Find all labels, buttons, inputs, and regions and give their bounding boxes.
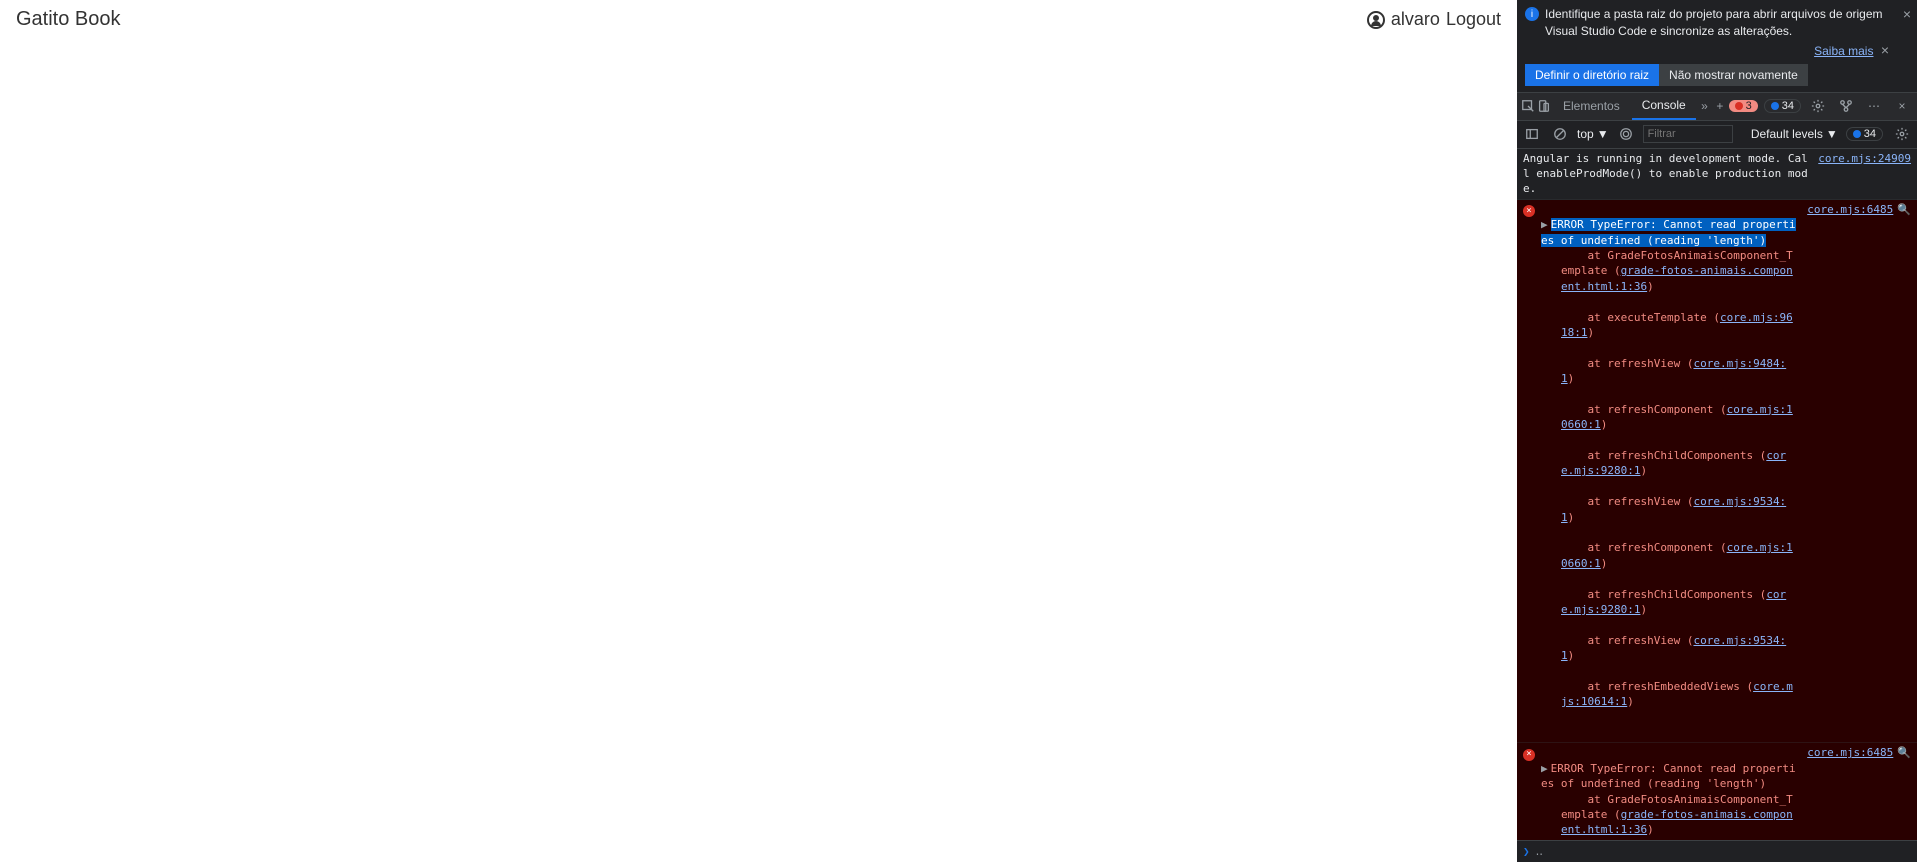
user-icon xyxy=(1367,11,1385,29)
errors-badge[interactable]: 3 xyxy=(1729,100,1758,112)
app-header: Gatito Book alvaro Logout xyxy=(0,0,1517,39)
console-toolbar: top ▼ Default levels ▼ 34 xyxy=(1517,121,1917,149)
settings-icon[interactable] xyxy=(1807,95,1829,117)
tab-elements[interactable]: Elementos xyxy=(1553,93,1630,120)
app-title: Gatito Book xyxy=(16,8,121,31)
learn-more-link[interactable]: Saiba mais xyxy=(1814,44,1873,58)
source-link[interactable]: core.mjs:24909 xyxy=(1810,151,1911,197)
search-icon[interactable]: 🔍 xyxy=(1897,745,1911,840)
chevron-right-icon: ❯ xyxy=(1523,845,1530,858)
user-area: alvaro Logout xyxy=(1367,9,1501,30)
network-icon[interactable] xyxy=(1835,95,1857,117)
username[interactable]: alvaro xyxy=(1391,9,1440,30)
log-text: Angular is running in development mode. … xyxy=(1523,151,1810,197)
error-content: ▶ERROR TypeError: Cannot read properties… xyxy=(1541,202,1799,741)
expand-icon[interactable]: ▶ xyxy=(1541,218,1548,231)
log-error-row: × ▶ERROR TypeError: Cannot read properti… xyxy=(1517,743,1917,840)
app-pane: Gatito Book alvaro Logout xyxy=(0,0,1517,862)
error-content: ▶ERROR TypeError: Cannot read properties… xyxy=(1541,745,1799,840)
info-icon: i xyxy=(1525,7,1539,21)
search-icon[interactable]: 🔍 xyxy=(1897,202,1911,741)
add-tab-icon[interactable]: + xyxy=(1713,95,1726,117)
device-icon[interactable] xyxy=(1537,95,1551,117)
devtools-panel: i Identifique a pasta raiz do projeto pa… xyxy=(1517,0,1917,862)
devtools-close-icon[interactable]: × xyxy=(1891,95,1913,117)
context-selector[interactable]: top ▼ xyxy=(1577,127,1609,141)
more-tabs-icon[interactable]: » xyxy=(1698,95,1711,117)
error-message: ERROR TypeError: Cannot read properties … xyxy=(1541,762,1796,790)
devtools-tabs: Elementos Console » + 3 34 ⋯ × xyxy=(1517,93,1917,121)
console-output[interactable]: Angular is running in development mode. … xyxy=(1517,149,1917,840)
expand-icon[interactable]: ▶ xyxy=(1541,762,1548,775)
error-message: ERROR TypeError: Cannot read properties … xyxy=(1541,218,1796,246)
log-info-row: Angular is running in development mode. … xyxy=(1517,149,1917,200)
clear-console-icon[interactable] xyxy=(1549,123,1571,145)
notice-text: Identifique a pasta raiz do projeto para… xyxy=(1545,6,1909,40)
kebab-icon[interactable]: ⋯ xyxy=(1863,95,1885,117)
error-icon: × xyxy=(1523,202,1537,741)
devtools-notice: i Identifique a pasta raiz do projeto pa… xyxy=(1517,0,1917,93)
logout-link[interactable]: Logout xyxy=(1446,9,1501,30)
source-link[interactable]: core.mjs:6485 xyxy=(1799,745,1893,840)
tab-console[interactable]: Console xyxy=(1632,93,1696,120)
prompt-placeholder: ‥ xyxy=(1536,845,1543,858)
error-icon: × xyxy=(1523,745,1537,840)
notice-x-icon[interactable]: × xyxy=(1881,42,1889,58)
inspect-icon[interactable] xyxy=(1521,95,1535,117)
source-link[interactable]: core.mjs:6485 xyxy=(1799,202,1893,741)
console-prompt[interactable]: ❯ ‥ xyxy=(1517,840,1917,862)
levels-selector[interactable]: Default levels ▼ xyxy=(1751,127,1838,141)
close-icon[interactable]: × xyxy=(1903,6,1911,22)
filter-input[interactable] xyxy=(1643,125,1733,143)
console-settings-icon[interactable] xyxy=(1891,123,1913,145)
issues-badge[interactable]: 34 xyxy=(1846,127,1883,141)
warnings-badge[interactable]: 34 xyxy=(1764,99,1801,113)
log-error-row: × ▶ERROR TypeError: Cannot read properti… xyxy=(1517,200,1917,744)
dont-show-button[interactable]: Não mostrar novamente xyxy=(1659,64,1808,86)
set-root-button[interactable]: Definir o diretório raiz xyxy=(1525,64,1659,86)
sidebar-toggle-icon[interactable] xyxy=(1521,123,1543,145)
live-expression-icon[interactable] xyxy=(1615,123,1637,145)
